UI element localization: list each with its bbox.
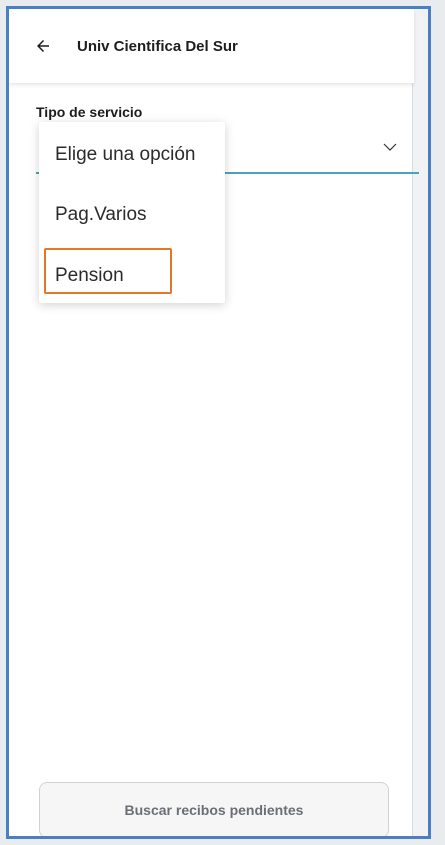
back-button[interactable] <box>23 26 63 66</box>
app-screen: Univ Cientifica Del Sur Tipo de servicio… <box>6 6 431 839</box>
screenshot-frame: Univ Cientifica Del Sur Tipo de servicio… <box>0 0 445 845</box>
dropdown-option-pag-varios[interactable]: Pag.Varios <box>55 204 147 226</box>
chevron-down-icon <box>383 143 397 151</box>
service-type-dropdown: Elige una opción Pag.Varios Pension <box>39 122 225 303</box>
top-app-bar: Univ Cientifica Del Sur <box>9 9 414 83</box>
page-title: Univ Cientifica Del Sur <box>77 37 238 55</box>
dropdown-option-elige[interactable]: Elige una opción <box>55 144 196 166</box>
search-receipts-button[interactable]: Buscar recibos pendientes <box>39 782 389 836</box>
dropdown-option-pension[interactable]: Pension <box>55 265 124 287</box>
service-type-label: Tipo de servicio <box>36 104 143 120</box>
arrow-left-icon <box>37 40 49 52</box>
